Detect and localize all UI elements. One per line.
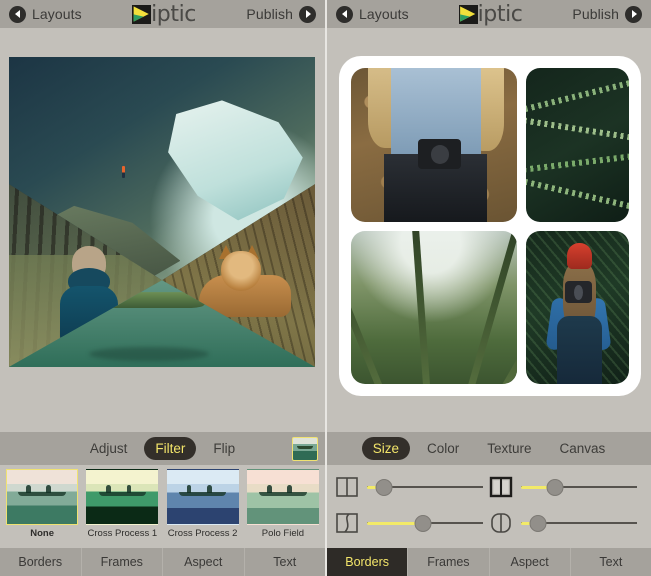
red-beanie-photographer-photo[interactable] xyxy=(526,230,629,384)
flip-tab[interactable]: Flip xyxy=(202,437,246,460)
slider-outer-border-width[interactable] xyxy=(489,475,643,499)
app-title: iptic xyxy=(477,1,523,27)
slider-knob[interactable] xyxy=(414,514,432,532)
color-tab[interactable]: Color xyxy=(416,437,470,460)
right-app-panel: Layouts iptic Publish Size Color Texture… xyxy=(325,0,651,576)
slider-knob[interactable] xyxy=(529,514,547,532)
slider-track-wrap[interactable] xyxy=(367,477,489,497)
outer-border-width-icon xyxy=(489,476,513,498)
right-canvas-area xyxy=(327,28,651,432)
selected-cell-preview[interactable] xyxy=(292,436,318,461)
layouts-label: Layouts xyxy=(32,6,82,22)
border-curvature-icon xyxy=(336,513,358,533)
filter-label: Polo Field xyxy=(261,528,304,539)
filter-option-none[interactable]: None xyxy=(4,469,80,539)
adjust-tab[interactable]: Adjust xyxy=(79,437,139,460)
size-tab[interactable]: Size xyxy=(361,437,410,460)
canvas-tab[interactable]: Canvas xyxy=(549,437,617,460)
border-size-sliders xyxy=(327,465,651,545)
corner-rounding-icon xyxy=(491,513,511,533)
filter-tab[interactable]: Filter xyxy=(144,437,197,460)
filter-preview-thumbnail xyxy=(246,469,319,525)
app-screenshot: Layouts iptic Publish Adjust Filter Flip… xyxy=(0,0,651,576)
tab-text[interactable]: Text xyxy=(571,548,651,576)
slider-corner-rounding[interactable] xyxy=(489,511,643,535)
diagonal-collage[interactable] xyxy=(9,57,315,367)
filter-label: Cross Process 2 xyxy=(167,528,238,539)
girl-holding-camera-photo[interactable] xyxy=(351,68,518,222)
circle-right-arrow-icon xyxy=(299,5,316,23)
border-mode-segmented-control: Size Color Texture Canvas xyxy=(361,437,617,460)
inner-border-width-icon xyxy=(336,477,358,497)
left-sub-toolbar: Adjust Filter Flip xyxy=(0,432,325,465)
filter-option-cross-process-2[interactable]: Cross Process 2 xyxy=(165,469,241,539)
navigation-bar-right: Layouts iptic Publish xyxy=(327,0,651,28)
edit-mode-segmented-control: Adjust Filter Flip xyxy=(79,437,246,460)
left-bottom-tab-bar: Borders Frames Aspect Text xyxy=(0,548,325,576)
slider-knob[interactable] xyxy=(375,478,393,496)
filter-label: None xyxy=(30,528,54,539)
right-sub-toolbar: Size Color Texture Canvas xyxy=(327,432,651,465)
slider-border-curvature[interactable] xyxy=(335,511,489,535)
app-title: iptic xyxy=(151,1,197,27)
circle-left-arrow-icon xyxy=(336,5,353,23)
publish-button[interactable]: Publish xyxy=(572,5,642,23)
slider-track-wrap[interactable] xyxy=(367,513,489,533)
diptic-d-logo-icon xyxy=(458,4,478,24)
tab-borders[interactable]: Borders xyxy=(0,548,82,576)
filter-option-polo-field[interactable]: Polo Field xyxy=(245,469,321,539)
slider-track-wrap[interactable] xyxy=(521,513,643,533)
layouts-back-button[interactable]: Layouts xyxy=(336,5,409,23)
filter-thumbnail-strip[interactable]: None Cross Process 1 Cross Process 2 Pol… xyxy=(0,465,325,545)
left-app-panel: Layouts iptic Publish Adjust Filter Flip… xyxy=(0,0,325,576)
tab-borders[interactable]: Borders xyxy=(327,548,409,576)
layouts-label: Layouts xyxy=(359,6,409,22)
fern-leaves-photo[interactable] xyxy=(526,68,629,222)
texture-tab[interactable]: Texture xyxy=(476,437,542,460)
filter-option-cross-process-1[interactable]: Cross Process 1 xyxy=(84,469,160,539)
tab-text[interactable]: Text xyxy=(245,548,326,576)
circle-right-arrow-icon xyxy=(625,5,642,23)
tab-frames[interactable]: Frames xyxy=(408,548,490,576)
publish-label: Publish xyxy=(246,6,293,22)
publish-button[interactable]: Publish xyxy=(246,5,316,23)
layouts-back-button[interactable]: Layouts xyxy=(9,5,82,23)
tab-aspect[interactable]: Aspect xyxy=(163,548,245,576)
publish-label: Publish xyxy=(572,6,619,22)
right-bottom-tab-bar: Borders Frames Aspect Text xyxy=(327,548,651,576)
slider-track-wrap[interactable] xyxy=(521,477,643,497)
diptic-d-logo-icon xyxy=(132,4,152,24)
grid-collage[interactable] xyxy=(339,56,641,396)
slider-inner-border-width[interactable] xyxy=(335,475,489,499)
circle-left-arrow-icon xyxy=(9,5,26,23)
app-logo: iptic xyxy=(132,1,197,27)
filter-label: Cross Process 1 xyxy=(87,528,158,539)
filter-preview-thumbnail xyxy=(166,469,239,525)
tab-aspect[interactable]: Aspect xyxy=(490,548,571,576)
filter-preview-thumbnail xyxy=(86,469,159,525)
looking-up-trees-photo[interactable] xyxy=(351,230,518,384)
tab-frames[interactable]: Frames xyxy=(82,548,163,576)
slider-knob[interactable] xyxy=(546,478,564,496)
app-logo: iptic xyxy=(458,1,523,27)
left-canvas-area xyxy=(0,28,325,432)
filter-preview-thumbnail xyxy=(6,469,79,525)
navigation-bar-left: Layouts iptic Publish xyxy=(0,0,325,28)
